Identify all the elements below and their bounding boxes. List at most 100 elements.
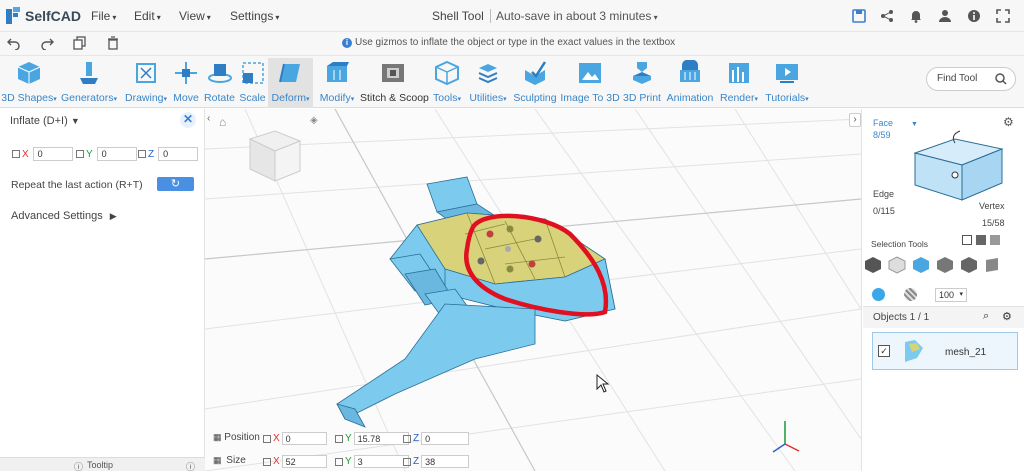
info-icon[interactable] <box>966 8 982 24</box>
pos-x-field: X0 <box>263 432 327 445</box>
tool-tutorials[interactable]: Tutorials <box>763 58 811 108</box>
tool-3d-print[interactable]: 3D Print <box>622 58 662 108</box>
autosave-status[interactable]: Auto-save in about 3 minutes <box>490 9 658 23</box>
close-panel-icon[interactable]: ✕ <box>180 112 196 128</box>
home-view-icon[interactable]: ⌂ <box>219 115 226 129</box>
select-grid-icon[interactable] <box>888 256 906 277</box>
cube-icon <box>16 60 42 86</box>
undo-icon[interactable] <box>7 36 21 53</box>
notifications-icon[interactable] <box>908 8 924 24</box>
z-input[interactable]: 0 <box>158 147 199 161</box>
3d-viewport[interactable] <box>205 109 861 471</box>
tool-scale[interactable]: Scale <box>239 58 266 108</box>
pos-z-input[interactable]: 0 <box>421 432 470 445</box>
select-lasso-icon[interactable] <box>984 256 1002 277</box>
x-checkbox[interactable] <box>12 150 20 158</box>
tool-rotate[interactable]: Rotate <box>203 58 236 108</box>
tool-utilities[interactable]: Utilities <box>467 58 509 108</box>
user-icon[interactable] <box>937 8 953 24</box>
pos-z-field: Z0 <box>403 432 470 445</box>
size-x-input[interactable]: 52 <box>281 455 327 468</box>
pos-y-input[interactable]: 15.78 <box>353 432 409 445</box>
tool-move[interactable]: Move <box>172 58 200 108</box>
tool-drawing[interactable]: Drawing <box>122 58 170 108</box>
tool-modify[interactable]: Modify <box>316 58 358 108</box>
tool-stitch-scoop[interactable]: Stitch & Scoop <box>360 58 429 108</box>
tool-sculpting[interactable]: Sculpting <box>513 58 557 108</box>
y-checkbox[interactable] <box>76 150 84 158</box>
vertex-count: 15/58 <box>982 218 1005 228</box>
rotate-icon <box>207 60 233 86</box>
menu-settings[interactable]: Settings <box>230 9 279 23</box>
y-input[interactable]: 0 <box>96 147 137 161</box>
size-icon: ▦ <box>213 455 222 465</box>
brush-pattern-icon[interactable] <box>904 288 917 301</box>
size-y-field: Y3 <box>335 455 409 468</box>
tool-generators[interactable]: Generators <box>59 58 119 108</box>
brush-size-icon[interactable] <box>872 288 885 301</box>
deform-icon <box>278 60 304 86</box>
tool-deform[interactable]: Deform <box>268 58 313 108</box>
copy-icon[interactable] <box>73 36 87 53</box>
move-icon <box>173 60 199 86</box>
selfcad-logo[interactable]: SelfCAD <box>4 6 81 26</box>
menu-view[interactable]: View <box>179 9 211 23</box>
invert-selection-icon[interactable] <box>976 235 986 245</box>
selection-extra-tools <box>962 235 1000 245</box>
brush-size-input[interactable]: 100 ▾ <box>935 288 967 302</box>
objects-count: Objects 1 / 1 <box>873 312 930 323</box>
repeat-label: Repeat the last action (R+T) <box>11 179 143 191</box>
size-label: Size <box>226 455 246 466</box>
redo-icon[interactable] <box>40 36 54 53</box>
z-checkbox[interactable] <box>138 150 146 158</box>
delete-icon[interactable] <box>106 36 120 53</box>
advanced-settings-toggle[interactable]: Advanced Settings ▶ <box>11 210 117 222</box>
collapse-right-icon[interactable]: › <box>849 113 861 127</box>
inflate-z-field: Z 0 <box>138 147 199 161</box>
grow-selection-icon[interactable] <box>990 235 1000 245</box>
view-cube[interactable] <box>248 130 302 182</box>
fullscreen-icon[interactable] <box>995 8 1011 24</box>
size-z-input[interactable]: 38 <box>421 455 470 468</box>
search-objects-icon[interactable]: ⌕ <box>983 310 989 323</box>
size-row: ▦ Size <box>213 455 246 466</box>
refresh-icon: ↻ <box>170 178 181 190</box>
tool-image-to-3d[interactable]: Image To 3D <box>560 58 620 108</box>
tool-3d-shapes[interactable]: 3D Shapes <box>0 58 58 108</box>
utilities-icon <box>475 60 501 86</box>
select-vertex-icon[interactable] <box>960 256 978 277</box>
size-y-input[interactable]: 3 <box>353 455 409 468</box>
modify-icon <box>324 60 350 86</box>
panel-title[interactable]: Inflate (D+I) ▼ <box>10 115 80 127</box>
scene-canvas <box>205 109 861 471</box>
mesh-thumbnail-icon <box>899 338 927 367</box>
menu-edit[interactable]: Edit <box>134 9 161 23</box>
menu-file[interactable]: File <box>91 9 116 23</box>
generator-icon <box>76 60 102 86</box>
tool-animation[interactable]: Animation <box>665 58 715 108</box>
tool-render[interactable]: Render <box>718 58 760 108</box>
x-input[interactable]: 0 <box>32 147 73 161</box>
tool-tools[interactable]: Tools <box>430 58 464 108</box>
save-icon[interactable] <box>851 8 867 24</box>
document-title: Shell Tool <box>432 9 484 23</box>
find-tool-input[interactable]: Find Tool <box>926 67 1016 91</box>
select-face-icon[interactable] <box>912 256 930 277</box>
objects-settings-icon[interactable]: ⚙ <box>1002 310 1012 323</box>
pos-x-input[interactable]: 0 <box>281 432 327 445</box>
logo-icon <box>4 6 22 26</box>
collapse-left-icon[interactable]: ‹ <box>207 113 210 124</box>
repeat-action-button[interactable]: ↻ <box>157 177 194 191</box>
caret-right-icon: ▶ <box>109 211 117 221</box>
tools-icon <box>434 60 460 86</box>
share-icon[interactable] <box>879 8 895 24</box>
select-object-icon[interactable] <box>864 256 882 277</box>
select-edge-icon[interactable] <box>936 256 954 277</box>
tooltip-info-icon: ⓘ <box>74 462 84 472</box>
camera-toggle-icon[interactable]: ◈ <box>310 115 318 126</box>
object-row-mesh-21[interactable]: ✓ mesh_21 <box>872 332 1018 370</box>
select-all-icon[interactable] <box>962 235 972 245</box>
size-z-field: Z 38 <box>403 455 470 468</box>
tooltip-bar[interactable]: ⓘ Tooltip ⓘ <box>0 457 205 472</box>
object-visible-checkbox[interactable]: ✓ <box>878 345 890 357</box>
